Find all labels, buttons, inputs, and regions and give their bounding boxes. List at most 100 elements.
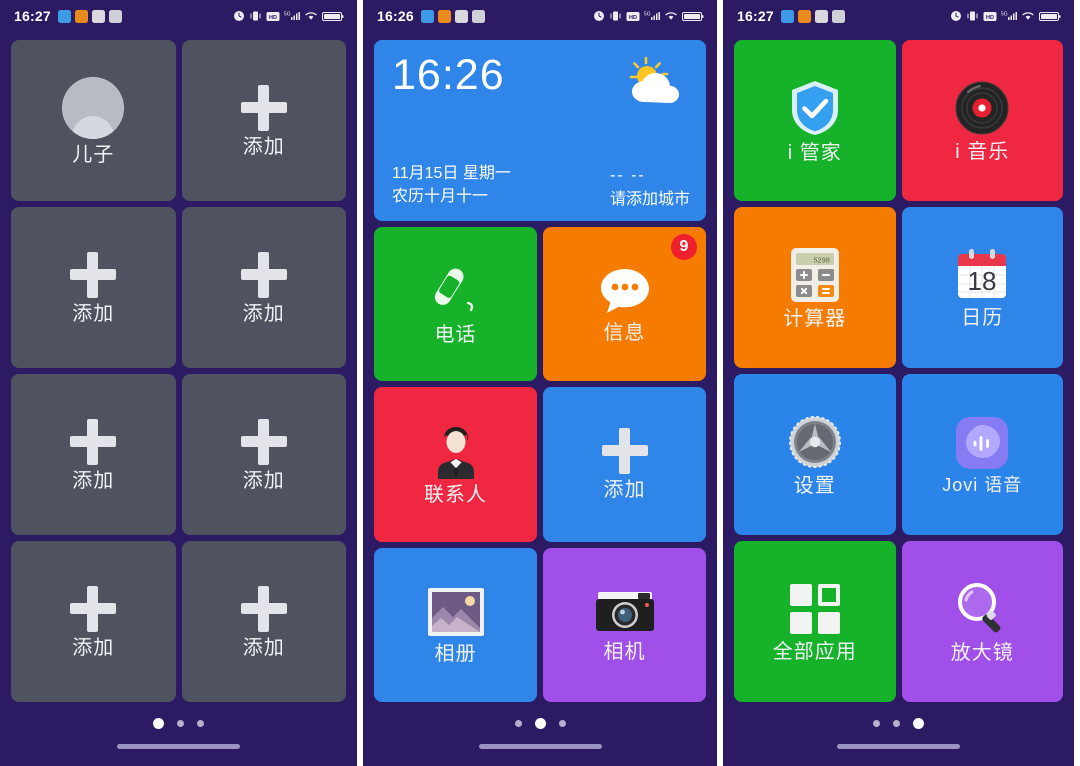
wifi-icon [305,12,317,20]
tile-row: 相册 相机 [374,547,706,702]
tile-magnifier[interactable]: 放大镜 [901,541,1063,702]
plus-icon [601,428,648,475]
tile-label: 添加 [242,135,285,158]
tile-add-contact-3[interactable]: 添加 [181,207,346,368]
tile-row: 添加 添加 [11,541,346,702]
tile-label: 添加 [72,636,115,659]
alarm-icon [594,11,604,21]
widget-lunar-date: 农历十月十一 [392,188,489,206]
page-dot-1[interactable] [153,717,164,729]
tile-label: 添加 [72,469,115,492]
tile-row: i 管家 i 音乐 [734,40,1063,201]
tile-i-manager[interactable]: i 管家 [734,40,896,201]
screen-apps-page: 16:27 HD 5G i 管家 i 音乐 5298 计算器 18 日历 设置 … [723,0,1074,766]
svg-text:5298: 5298 [813,257,830,265]
page-indicator[interactable] [363,702,717,744]
status-bar: 16:26 HD 5G [363,0,717,32]
notification-icon-blue [780,9,794,23]
widget-left: 16:26 11月15日 星期一 农历十月十一 [392,54,511,209]
tile-label: 相机 [603,640,646,663]
tile-all-apps[interactable]: 全部应用 [734,541,896,702]
hd-icon: HD [983,11,997,21]
widget-add-city-hint[interactable]: 请添加城市 [610,185,690,209]
tile-row: 联系人 添加 [374,387,706,542]
page-dot-3[interactable] [913,717,924,729]
notification-icon-blue [57,9,71,23]
status-bar-time: 16:26 [377,8,414,24]
tile-add-contact-2[interactable]: 添加 [11,207,176,368]
home-gesture-bar[interactable] [478,744,602,749]
tile-calculator[interactable]: 5298 计算器 [734,207,896,368]
camera-icon [595,591,654,631]
page-indicator[interactable] [0,702,357,744]
alarm-icon [234,11,244,21]
alarm-icon [951,11,961,21]
status-bar-time: 16:27 [737,8,774,24]
status-bar-notification-icons [780,9,845,23]
tile-i-music[interactable]: i 音乐 [901,40,1063,201]
page-dot-1[interactable] [514,719,522,727]
tile-grid-home: 16:26 11月15日 星期一 农历十月十一 -- -- 请添加城市 电话 9… [363,32,717,702]
page-dot-1[interactable] [873,719,880,727]
hd-icon: HD [266,11,280,21]
grid-apps-icon [789,583,840,634]
tile-row: 5298 计算器 18 日历 [734,207,1063,368]
tile-add-contact-6[interactable]: 添加 [11,541,176,702]
tile-add-app[interactable]: 添加 [543,387,706,542]
notification-icon-orange [74,9,88,23]
tile-label: i 管家 [787,141,842,164]
notification-icon-grey [108,9,122,23]
gesture-bar-area [363,744,717,766]
page-indicator[interactable] [723,702,1074,744]
page-dot-3[interactable] [197,719,204,727]
hd-icon: HD [626,11,640,21]
tile-add-contact-5[interactable]: 添加 [181,374,346,535]
tile-contact-son[interactable]: 儿子 [11,40,176,201]
status-bar-time: 16:27 [14,8,51,24]
tile-row: 添加 添加 [11,207,346,368]
tile-jovi-voice[interactable]: Jovi 语音 [901,374,1063,535]
tile-camera[interactable]: 相机 [543,547,706,702]
signal-5g-icon: 5G [284,12,300,20]
status-bar-system-icons: HD 5G [593,10,704,22]
home-gesture-bar[interactable] [117,744,240,749]
home-gesture-bar[interactable] [837,744,960,749]
tile-phone[interactable]: 电话 [374,226,537,381]
unread-badge: 9 [671,233,697,260]
tile-album[interactable]: 相册 [374,547,537,702]
tile-contacts[interactable]: 联系人 [374,387,537,542]
tile-label: 添加 [242,302,285,325]
tile-settings[interactable]: 设置 [734,374,896,535]
notification-icon-grey [471,9,485,23]
tile-add-contact-1[interactable]: 添加 [181,40,346,201]
tile-label: 日历 [961,306,1004,329]
calendar-icon: 18 [958,248,1007,298]
status-bar: 16:27 HD 5G [0,0,357,32]
tile-label: 联系人 [424,484,487,507]
tile-label: 放大镜 [950,641,1014,664]
tile-row: 添加 添加 [11,374,346,535]
plus-icon [70,251,117,298]
tile-add-contact-4[interactable]: 添加 [11,374,176,535]
tile-label: 添加 [603,479,646,502]
page-dot-3[interactable] [558,719,566,727]
sun-cloud-icon [629,56,679,103]
screen-home-page: 16:26 HD 5G 16:26 11月15日 星期一 农历十月十一 -- -… [363,0,717,766]
tile-messages[interactable]: 9 信息 [543,226,706,381]
page-dot-2[interactable] [177,719,184,727]
notification-icon-blue [420,9,434,23]
tile-add-contact-7[interactable]: 添加 [181,541,346,702]
battery-icon [1039,11,1061,21]
clock-weather-widget[interactable]: 16:26 11月15日 星期一 农历十月十一 -- -- 请添加城市 [374,40,706,221]
plus-icon [70,585,117,632]
tile-label: 计算器 [783,307,847,330]
page-dot-2[interactable] [534,717,546,729]
contact-avatar-icon [62,76,125,139]
tile-calendar[interactable]: 18 日历 [901,207,1063,368]
tile-row: 儿子 添加 [11,40,346,201]
tile-label: i 音乐 [955,140,1010,163]
signal-5g-icon: 5G [644,12,660,20]
notification-icon-white [814,9,828,23]
page-dot-2[interactable] [893,719,900,727]
status-bar-system-icons: HD 5G [233,10,344,22]
